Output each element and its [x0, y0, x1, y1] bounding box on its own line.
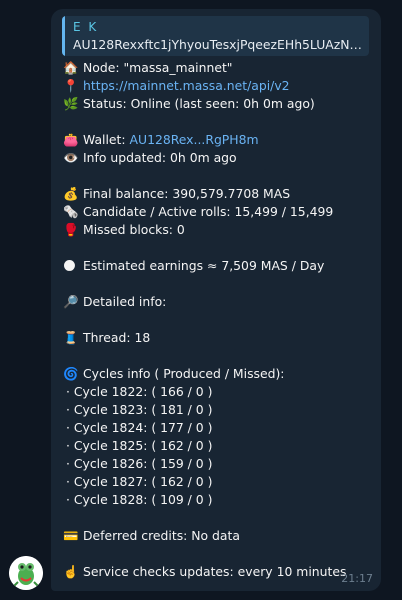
credits-line: 💳 Deferred credits: No data	[63, 528, 240, 544]
pin-icon: 📍	[63, 78, 79, 93]
wallet-label: Wallet:	[83, 132, 130, 147]
cycle-row: · Cycle 1823: ( 181 / 0 )	[66, 402, 213, 417]
house-icon: 🏠	[63, 60, 79, 75]
message-time: 21:17	[341, 572, 373, 585]
cycle-row: · Cycle 1822: ( 166 / 0 )	[66, 384, 213, 399]
earnings-line: 🌑 Estimated earnings ≈ 7,509 MAS / Day	[63, 258, 324, 274]
avatar[interactable]	[9, 556, 43, 590]
service-line: ☝️ Service checks updates: every 10 minut…	[63, 564, 346, 580]
cycle-row: · Cycle 1828: ( 109 / 0 )	[66, 492, 213, 507]
earnings-text: Estimated earnings ≈ 7,509 MAS / Day	[83, 258, 325, 273]
balance-text: Final balance: 390,579.7708 MAS	[83, 186, 291, 201]
magnifier-icon: 🔎	[63, 294, 79, 309]
service-text: Service checks updates: every 10 minutes	[83, 564, 347, 579]
rolls-line: 🗞️ Candidate / Active rolls: 15,499 / 15,…	[63, 204, 333, 220]
missed-line: 🥊 Missed blocks: 0	[63, 222, 185, 238]
cycles-title-line: 🌀 Cycles info ( Produced / Missed):	[63, 366, 284, 382]
thread-line: 🧵 Thread: 18	[63, 330, 150, 346]
pointing-up-icon: ☝️	[63, 564, 79, 579]
node-line: 🏠 Node: "massa_mainnet"	[63, 60, 233, 76]
cycle-row: · Cycle 1824: ( 177 / 0 )	[66, 420, 213, 435]
balance-line: 💰 Final balance: 390,579.7708 MAS	[63, 186, 290, 202]
herb-icon: 🌿	[63, 96, 79, 111]
reply-accent-bar	[62, 16, 65, 56]
node-text: Node: "massa_mainnet"	[83, 60, 233, 75]
money-bag-icon: 💰	[63, 186, 79, 201]
rolls-text: Candidate / Active rolls: 15,499 / 15,49…	[83, 204, 334, 219]
lizard-avatar-icon	[9, 556, 43, 590]
cycle-row: · Cycle 1826: ( 159 / 0 )	[66, 456, 213, 471]
info-line: 👁️ Info updated: 0h 0m ago	[63, 150, 237, 166]
newspaper-icon: 🗞️	[63, 204, 79, 219]
thread-icon: 🧵	[63, 330, 79, 345]
reply-author: E K	[73, 20, 99, 34]
moon-icon: 🌑	[63, 258, 76, 273]
cycle-row: · Cycle 1827: ( 162 / 0 )	[66, 474, 213, 489]
wallet-link[interactable]: AU128Rex...RgPH8m	[130, 132, 259, 147]
credit-card-icon: 💳	[63, 528, 79, 543]
missed-text: Missed blocks: 0	[83, 222, 185, 237]
cyclone-icon: 🌀	[63, 366, 79, 381]
cycle-row: · Cycle 1825: ( 162 / 0 )	[66, 438, 213, 453]
boxing-glove-icon: 🥊	[63, 222, 79, 237]
info-text: Info updated: 0h 0m ago	[83, 150, 237, 165]
credits-text: Deferred credits: No data	[83, 528, 240, 543]
wallet-line: 👛 Wallet: AU128Rex...RgPH8m	[63, 132, 259, 148]
cycles-title: Cycles info ( Produced / Missed):	[83, 366, 285, 381]
reply-quote[interactable]: E K AU128Rexxftc1jYhyouTesxjPqeezEHh5LUA…	[62, 16, 369, 56]
purse-icon: 👛	[63, 132, 79, 147]
thread-text: Thread: 18	[83, 330, 151, 345]
eye-icon: 👁️	[63, 150, 79, 165]
detail-text: Detailed info:	[83, 294, 167, 309]
detail-line: 🔎 Detailed info:	[63, 294, 166, 310]
reply-text: AU128Rexxftc1jYhyouTesxjPqeezEHh5LUAzNaA…	[73, 37, 367, 52]
status-text: Status: Online (last seen: 0h 0m ago)	[83, 96, 315, 111]
node-url-link[interactable]: https://mainnet.massa.net/api/v2	[83, 78, 290, 93]
url-line: 📍 https://mainnet.massa.net/api/v2	[63, 78, 290, 94]
status-line: 🌿 Status: Online (last seen: 0h 0m ago)	[63, 96, 315, 112]
